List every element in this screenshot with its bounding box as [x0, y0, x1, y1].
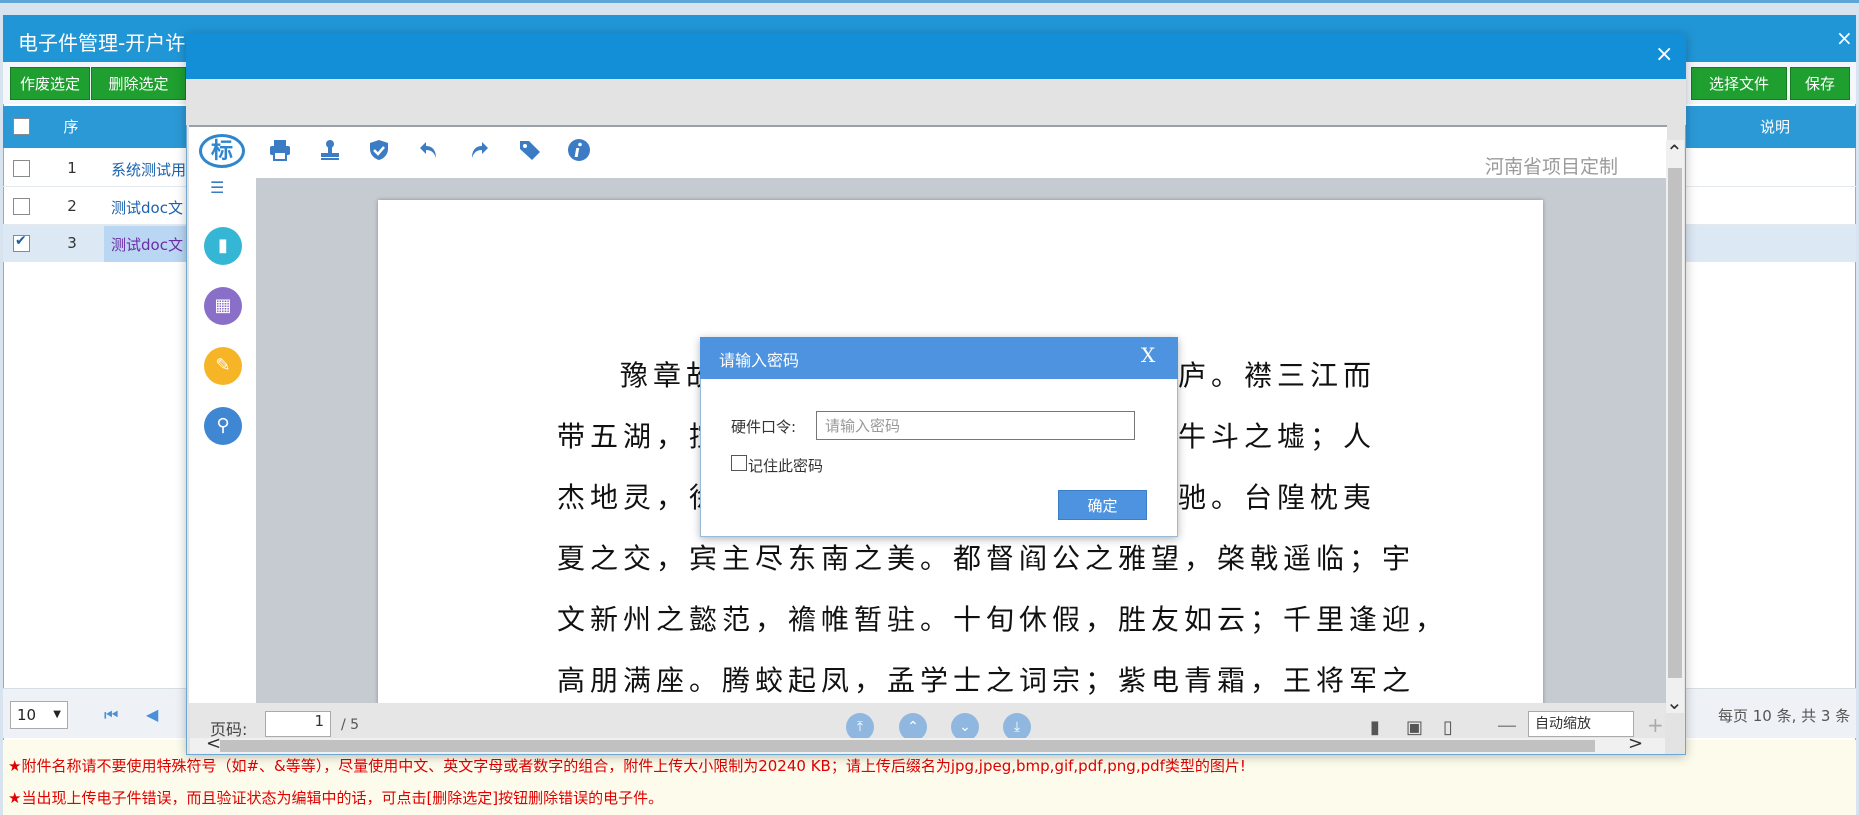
double-page-icon[interactable]: ▯: [1443, 717, 1453, 738]
shield-check-icon[interactable]: [367, 138, 391, 162]
column-header-note: 说明: [1759, 118, 1790, 136]
scroll-left-icon[interactable]: <: [206, 733, 221, 754]
doc-text-line: 高朋满座。腾蛟起凤，孟学士之词宗；紫电青霜，王将军之: [557, 664, 1416, 697]
void-selected-button[interactable]: 作废选定: [10, 67, 90, 100]
doc-text-line: 夏之交，宾主尽东南之美。都督阎公之雅望，棨戟遥临；宇: [557, 542, 1416, 575]
zoom-select[interactable]: 自动缩放: [1528, 711, 1634, 737]
password-dialog-close-button[interactable]: X: [1141, 343, 1155, 367]
pen-icon[interactable]: ✎: [204, 347, 242, 385]
row-file-link[interactable]: 测试doc文: [111, 197, 186, 218]
row-file-link[interactable]: 系统测试用: [111, 159, 186, 180]
first-page-icon[interactable]: ⏮: [104, 705, 118, 725]
pager-summary: 每页 10 条, 共 3 条: [1718, 707, 1851, 725]
delete-selected-button[interactable]: 删除选定: [91, 67, 186, 100]
zoom-out-button[interactable]: —: [1497, 713, 1517, 737]
notice-text-1: ★附件名称请不要使用特殊符号（如#、&等等），尽量使用中文、英文字母或者数字的组…: [8, 757, 1246, 775]
doc-text-line: 杰地灵，徐: [557, 481, 723, 514]
select-file-button[interactable]: 选择文件: [1691, 67, 1787, 100]
viewer-header: [186, 33, 1686, 79]
menu-lines-icon[interactable]: ☰: [210, 180, 224, 196]
redo-icon[interactable]: [467, 138, 491, 162]
viewer-close-icon[interactable]: ×: [1655, 42, 1673, 67]
print-icon[interactable]: [268, 138, 292, 162]
row-seq: 2: [67, 197, 77, 215]
undo-icon[interactable]: [417, 138, 441, 162]
scroll-right-icon[interactable]: >: [1628, 733, 1643, 754]
chevron-down-icon: ▼: [53, 709, 61, 720]
search-icon[interactable]: ⚲: [204, 407, 242, 445]
row-checkbox[interactable]: [13, 198, 30, 215]
password-input[interactable]: [816, 411, 1135, 440]
viewer-toolbar: [190, 127, 1665, 177]
page-number-input[interactable]: 1: [265, 711, 331, 737]
brand-text: 河南省项目定制: [1485, 156, 1619, 178]
remember-password-label[interactable]: 记住此密码: [748, 455, 823, 476]
page-size-value: 10: [17, 706, 37, 724]
last-page-icon[interactable]: ⤓: [1003, 713, 1031, 741]
doc-text-line: 牛斗之墟；人: [1178, 420, 1377, 453]
next-page-icon[interactable]: ⌄: [951, 713, 979, 741]
single-page-icon[interactable]: ▮: [1370, 717, 1380, 738]
scroll-page-icon[interactable]: ▣: [1406, 717, 1423, 738]
doc-text-line: 驰。台隍枕夷: [1178, 481, 1377, 514]
remember-password-checkbox[interactable]: [731, 455, 747, 471]
stamp-icon[interactable]: [318, 138, 342, 162]
book-icon[interactable]: ▮: [204, 227, 242, 265]
hardware-password-label: 硬件口令:: [731, 418, 797, 436]
row-checkbox[interactable]: [13, 160, 30, 177]
select-all-checkbox[interactable]: [13, 118, 30, 135]
column-header-seq: 序: [63, 118, 79, 136]
first-page-icon[interactable]: ⤒: [846, 713, 874, 741]
scroll-down-icon[interactable]: ⌄: [1666, 690, 1683, 714]
notice-text-2: ★当出现上传电子件错误，而且验证状态为编辑中的话，可点击[删除选定]按钮删除错误…: [8, 789, 664, 807]
doc-text-line: 庐。襟三江而: [1178, 359, 1377, 392]
doc-text-line: 文新州之懿范，襜帷暂驻。十旬休假，胜友如云；千里逢迎，: [557, 603, 1449, 636]
top-strip: [0, 0, 1859, 3]
save-button[interactable]: 保存: [1790, 67, 1850, 100]
scroll-up-icon[interactable]: ⌃: [1666, 140, 1683, 164]
row-seq: 1: [67, 159, 77, 177]
row-checkbox-checked[interactable]: [13, 233, 30, 252]
vertical-scroll-thumb[interactable]: [1668, 168, 1682, 678]
confirm-button[interactable]: 确定: [1058, 490, 1147, 520]
page-size-select[interactable]: 10 ▼: [10, 701, 68, 729]
background-close-icon[interactable]: ×: [1836, 26, 1853, 50]
row-seq: 3: [67, 234, 77, 252]
prev-page-icon[interactable]: ◀: [146, 705, 158, 724]
page-total: / 5: [341, 717, 360, 733]
viewer-subheader: [186, 79, 1686, 125]
tag-icon[interactable]: [518, 138, 542, 162]
zoom-in-button[interactable]: +: [1647, 713, 1664, 737]
doc-text-line: 带五湖，控: [557, 420, 723, 453]
password-dialog-title: 请输入密码: [719, 351, 800, 370]
logo-icon: 标: [199, 134, 245, 168]
grid-icon[interactable]: ▦: [204, 287, 242, 325]
info-icon[interactable]: [567, 138, 591, 162]
horizontal-scroll-thumb[interactable]: [220, 740, 1595, 752]
prev-page-icon[interactable]: ⌃: [899, 713, 927, 741]
row-file-link[interactable]: 测试doc文: [111, 234, 186, 255]
